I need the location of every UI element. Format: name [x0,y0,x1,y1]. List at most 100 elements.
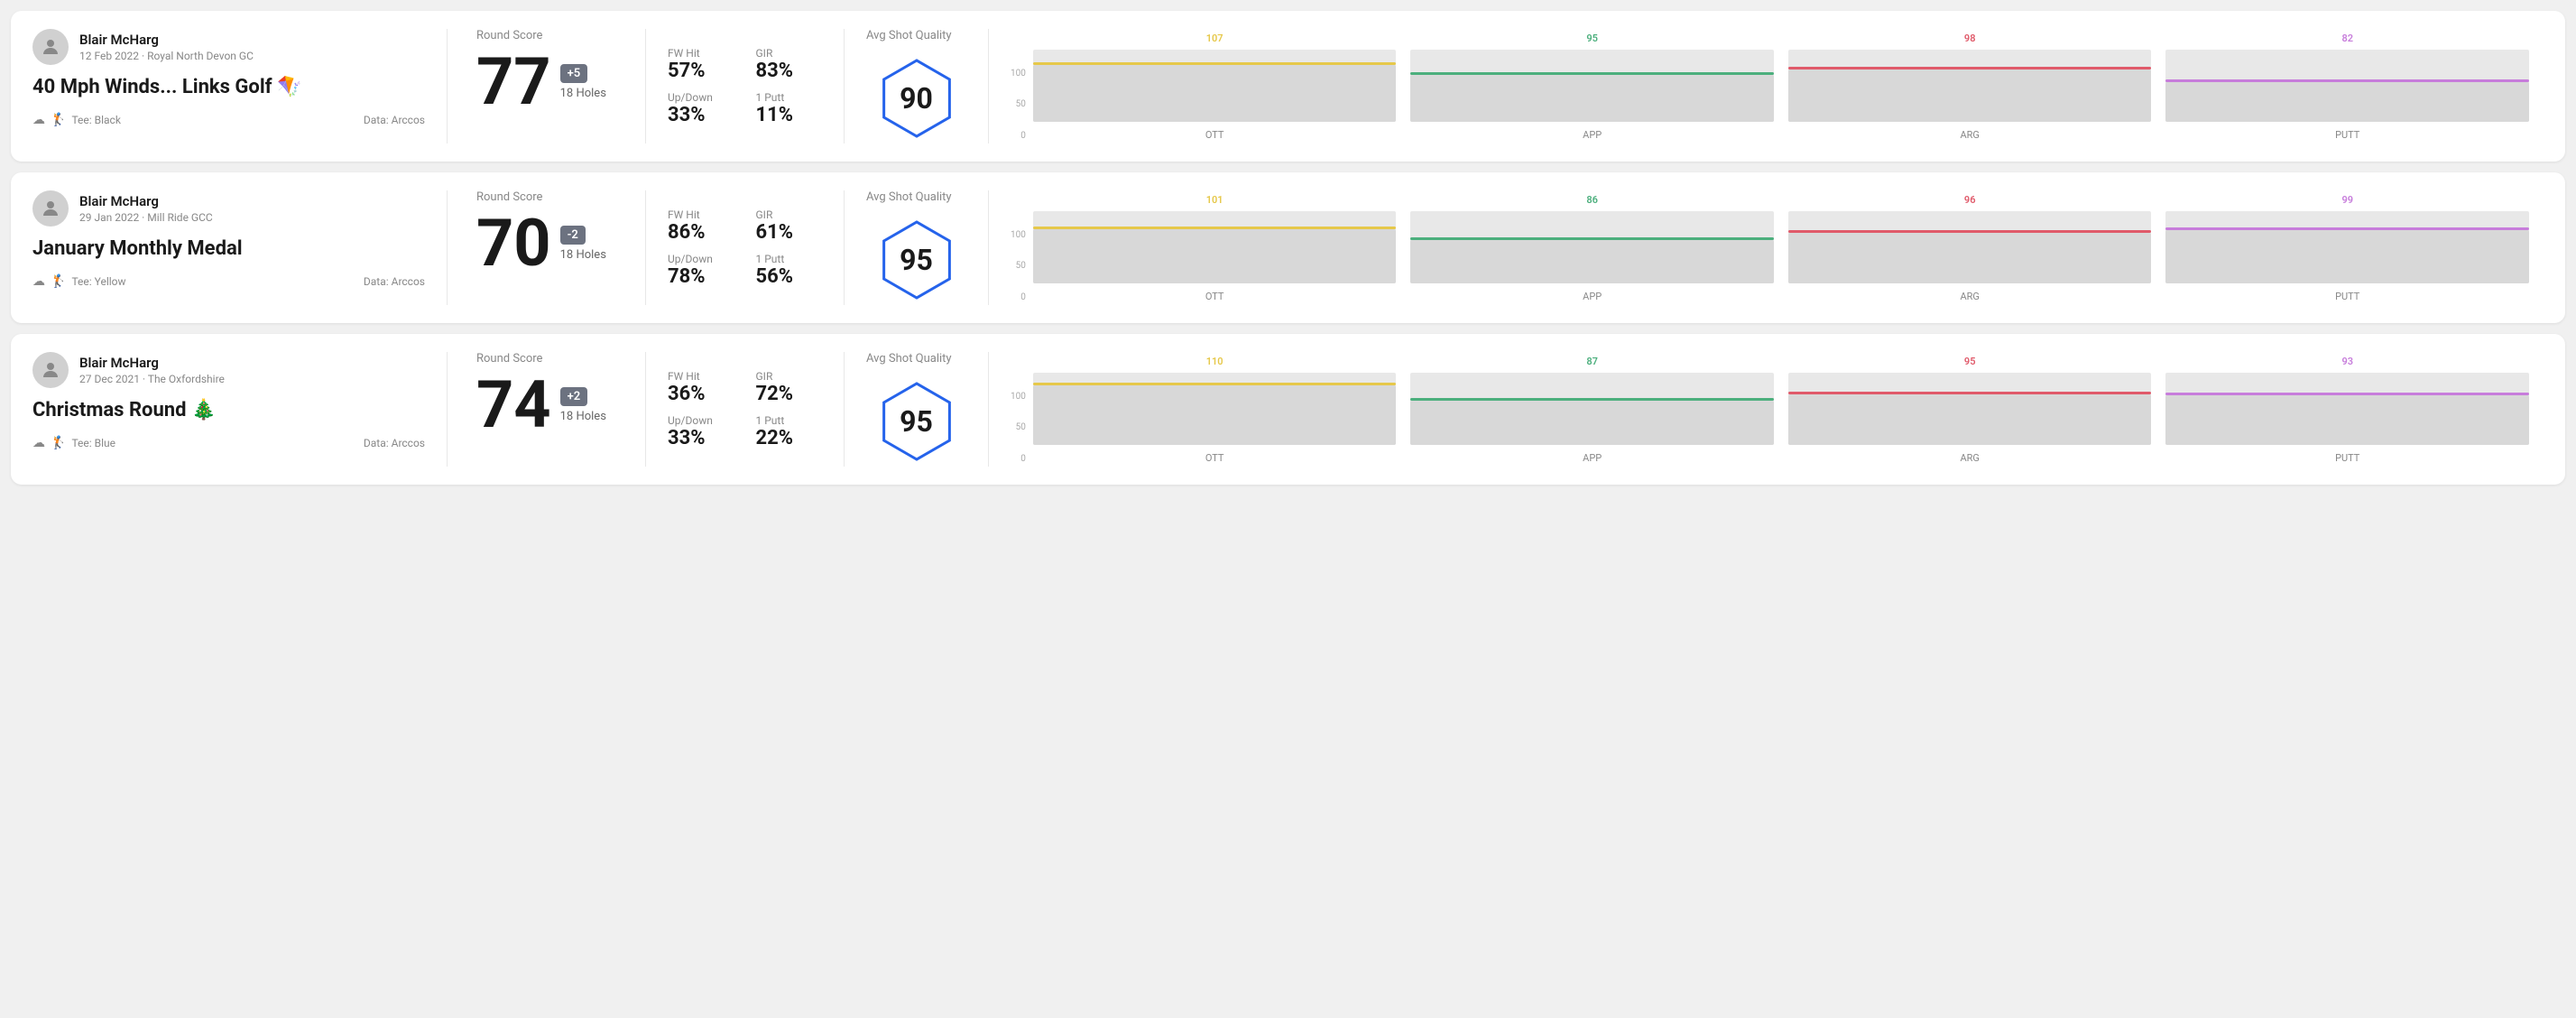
score-diff-badge: +2 [560,387,588,406]
round-score-label: Round Score [476,29,616,42]
quality-section: Avg Shot Quality 95 [845,352,989,467]
bar-group-ott: 107 OTT [1033,32,1397,141]
bar-group-arg: 95 ARG [1788,356,2152,464]
bar-label-arg: ARG [1960,291,1979,302]
quality-label: Avg Shot Quality [866,190,952,204]
bar-marker-arg [1788,230,2152,233]
updown-value: 78% [668,265,734,288]
fw-hit-label: FW Hit [668,47,734,60]
oneputt-value: 11% [756,104,823,126]
score-diff-badge: -2 [560,226,586,245]
bar-label-ott: OTT [1205,291,1224,302]
bar-value-arg: 95 [1964,356,1976,367]
bar-marker-arg [1788,392,2152,394]
round-card: Blair McHarg 27 Dec 2021 · The Oxfordshi… [11,334,2565,485]
stats-section: FW Hit 57% GIR 83% Up/Down 33% 1 Putt 11… [646,29,845,143]
bar-marker-putt [2165,79,2529,82]
bar-group-arg: 96 ARG [1788,194,2152,302]
tee-label: Tee: Black [71,114,120,126]
bar-marker-app [1410,398,1774,401]
bar-marker-ott [1033,62,1397,65]
stats-grid: FW Hit 57% GIR 83% Up/Down 33% 1 Putt 11… [668,47,822,126]
bar-marker-putt [2165,227,2529,230]
bar-fill-putt [2165,395,2529,444]
updown-stat: Up/Down 33% [668,414,734,449]
bar-value-putt: 93 [2341,356,2353,367]
bar-label-app: APP [1583,291,1602,302]
round-left-section: Blair McHarg 12 Feb 2022 · Royal North D… [32,29,448,143]
cloud-icon: ☁ [32,113,45,127]
tee-info: ☁ 🏌 Tee: Blue [32,436,115,450]
bag-icon: 🏌 [51,436,66,450]
quality-score: 90 [900,81,933,116]
bar-bg-putt [2165,50,2529,122]
bar-label-ott: OTT [1205,452,1224,464]
tee-row: ☁ 🏌 Tee: Black Data: Arccos [32,113,425,127]
bar-fill-ott [1033,385,1397,445]
bar-marker-app [1410,237,1774,240]
user-name: Blair McHarg [79,355,225,371]
bar-marker-app [1410,72,1774,75]
oneputt-stat: 1 Putt 11% [756,91,823,126]
updown-value: 33% [668,104,734,126]
hexagon-container: 95 [872,376,962,467]
quality-section: Avg Shot Quality 95 [845,190,989,305]
quality-section: Avg Shot Quality 90 [845,29,989,143]
bar-fill-app [1410,401,1774,445]
bag-icon: 🏌 [51,113,66,127]
bar-label-arg: ARG [1960,452,1979,464]
bar-label-ott: OTT [1205,129,1224,141]
bar-bg-arg [1788,373,2152,445]
stats-grid: FW Hit 36% GIR 72% Up/Down 33% 1 Putt 22… [668,370,822,449]
user-details: Blair McHarg 29 Jan 2022 · Mill Ride GCC [79,193,213,224]
person-icon [40,36,61,58]
user-details: Blair McHarg 27 Dec 2021 · The Oxfordshi… [79,355,225,385]
gir-value: 61% [756,221,823,244]
round-score-section: Round Score 70 -2 18 Holes [448,190,646,305]
avatar [32,190,69,227]
score-row: 74 +2 18 Holes [476,373,616,438]
quality-score: 95 [900,404,933,439]
bar-group-ott: 101 OTT [1033,194,1397,302]
bar-group-putt: 93 PUTT [2165,356,2529,464]
bar-value-app: 95 [1586,32,1598,44]
bar-bg-app [1410,50,1774,122]
fw-hit-value: 57% [668,60,734,82]
bar-value-putt: 99 [2341,194,2353,206]
fw-hit-label: FW Hit [668,370,734,383]
oneputt-value: 56% [756,265,823,288]
big-score: 70 [476,211,551,276]
bar-group-app: 86 APP [1410,194,1774,302]
bar-marker-putt [2165,393,2529,395]
gir-value: 83% [756,60,823,82]
user-details: Blair McHarg 12 Feb 2022 · Royal North D… [79,32,254,62]
round-title: January Monthly Medal [32,237,425,260]
round-left-section: Blair McHarg 27 Dec 2021 · The Oxfordshi… [32,352,448,467]
round-score-section: Round Score 74 +2 18 Holes [448,352,646,467]
round-card: Blair McHarg 29 Jan 2022 · Mill Ride GCC… [11,172,2565,323]
gir-stat: GIR 83% [756,47,823,82]
gir-stat: GIR 72% [756,370,823,405]
updown-value: 33% [668,427,734,449]
bar-bg-ott [1033,211,1397,283]
quality-score: 95 [900,243,933,277]
bar-value-ott: 110 [1206,356,1223,367]
tee-row: ☁ 🏌 Tee: Yellow Data: Arccos [32,274,425,289]
oneputt-label: 1 Putt [756,91,823,104]
user-name: Blair McHarg [79,32,254,48]
round-title: 40 Mph Winds... Links Golf 🪁 [32,76,425,98]
updown-label: Up/Down [668,414,734,427]
fw-hit-label: FW Hit [668,208,734,221]
bar-group-putt: 82 PUTT [2165,32,2529,141]
bar-fill-arg [1788,69,2152,122]
data-source: Data: Arccos [364,275,425,288]
tee-row: ☁ 🏌 Tee: Blue Data: Arccos [32,436,425,450]
tee-label: Tee: Yellow [71,275,125,288]
gir-stat: GIR 61% [756,208,823,244]
bar-fill-putt [2165,230,2529,282]
avatar [32,29,69,65]
data-source: Data: Arccos [364,114,425,126]
updown-label: Up/Down [668,91,734,104]
quality-label: Avg Shot Quality [866,29,952,42]
gir-label: GIR [756,370,823,383]
